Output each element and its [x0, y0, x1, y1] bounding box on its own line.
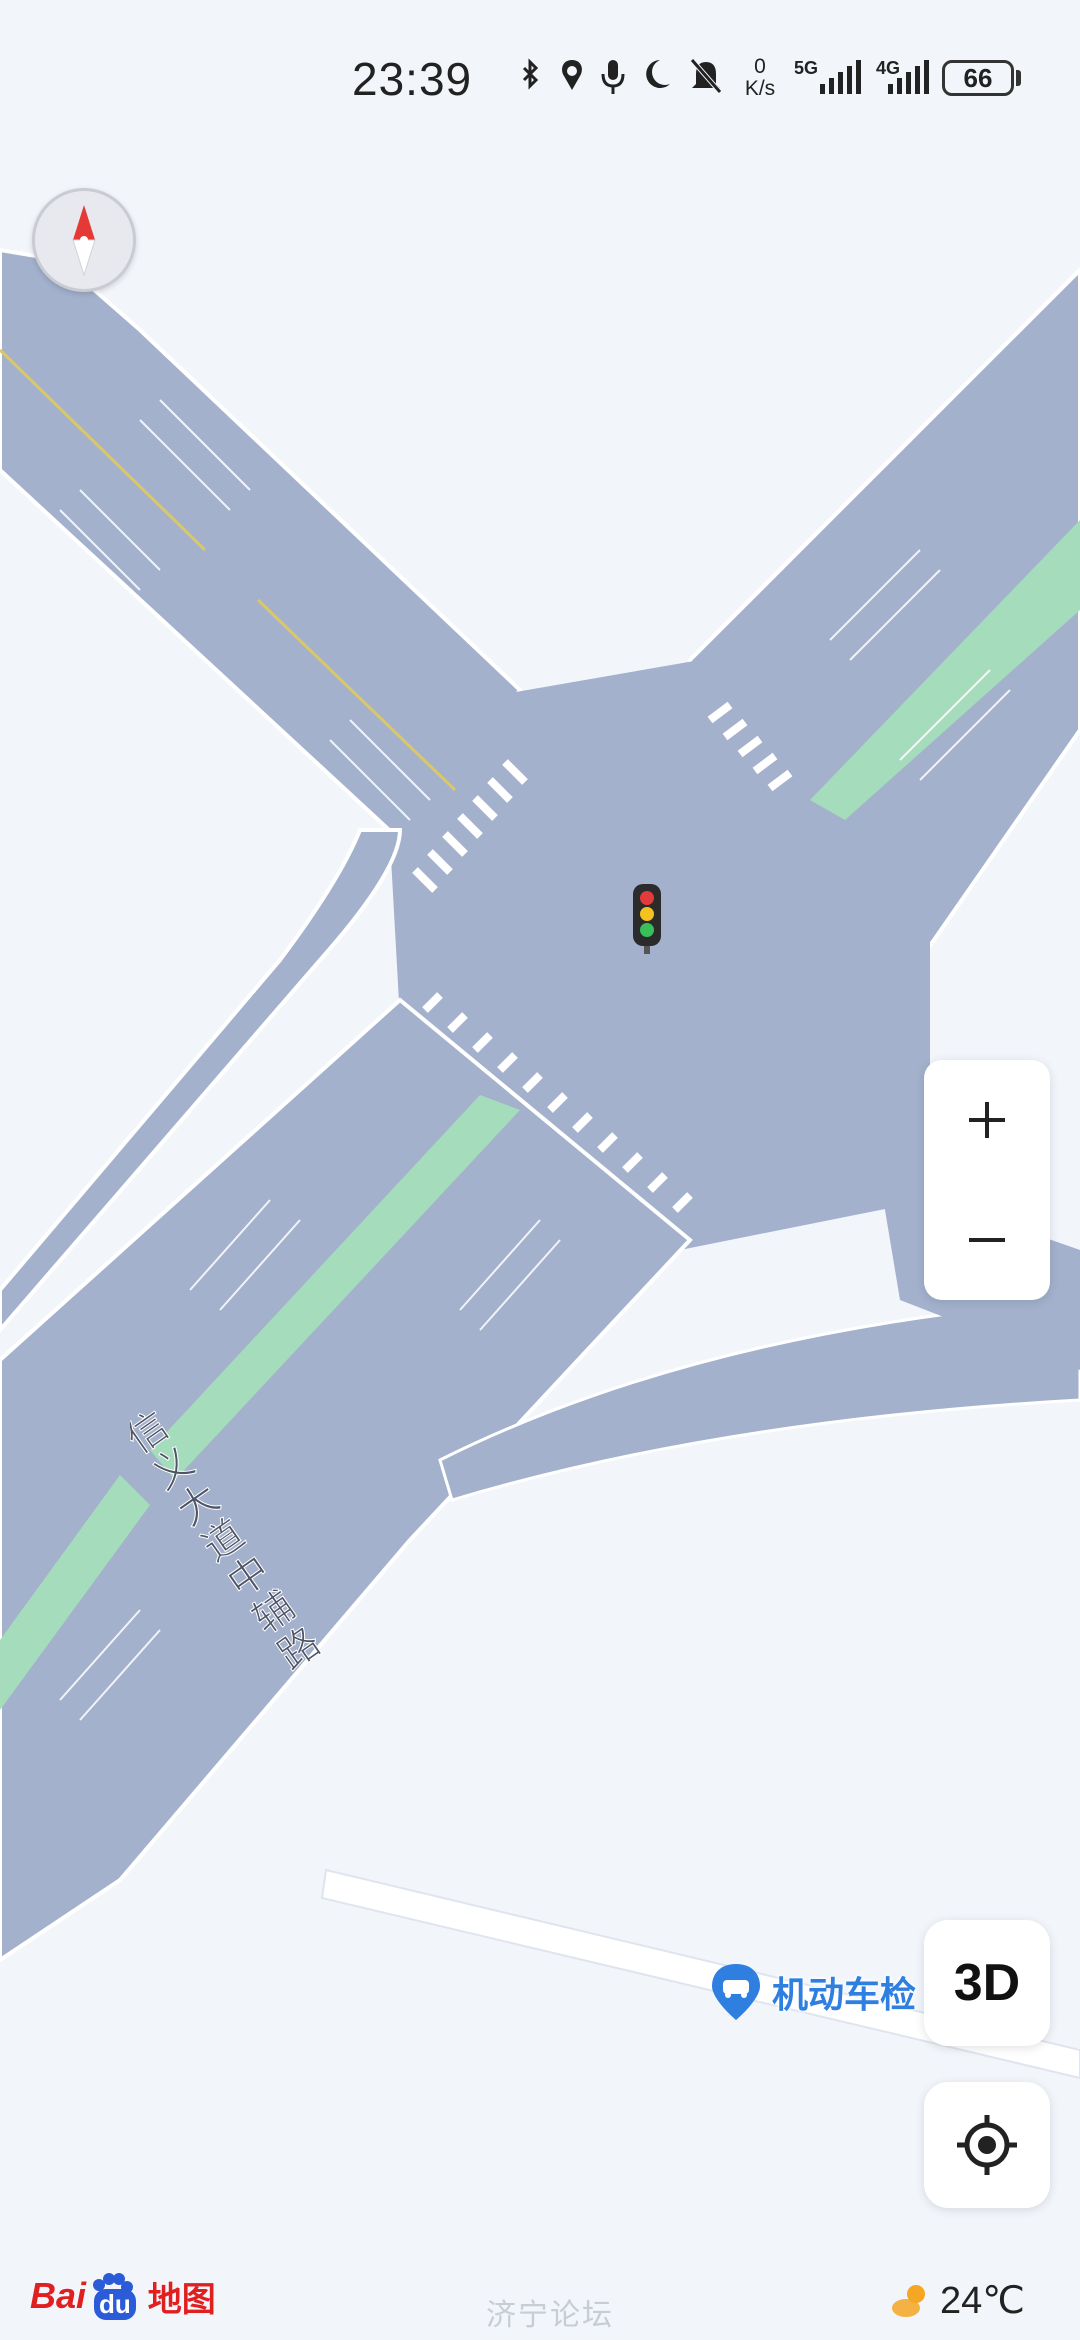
locate-button[interactable]: [924, 2082, 1050, 2208]
signal-5g-label: 5G: [794, 58, 819, 78]
bell-off-icon: [690, 58, 722, 94]
logo-text-du: du: [94, 2288, 136, 2320]
poi-vehicle-inspection[interactable]: 机动车检: [708, 1962, 916, 2022]
moon-icon: [646, 60, 670, 88]
plus-icon: [969, 1102, 1005, 1138]
traffic-light-icon[interactable]: [633, 884, 661, 954]
microphone-icon: [601, 60, 625, 94]
bluetooth-icon: [522, 58, 539, 90]
signal-4g-icon: [888, 60, 929, 94]
compass-icon: [72, 205, 96, 277]
signal-5g-icon: [820, 60, 861, 94]
watermark: 济宁论坛: [486, 2299, 614, 2332]
minus-icon: [969, 1238, 1005, 1242]
zoom-out-button[interactable]: [924, 1180, 1050, 1300]
road-label: 信义大道中辅路: [118, 1380, 330, 1720]
zoom-controls: [924, 1060, 1050, 1300]
battery-tip: [1016, 70, 1021, 86]
battery-indicator: 66: [942, 60, 1014, 96]
clock: 23:39: [352, 53, 473, 105]
3d-mode-button[interactable]: 3D: [924, 1920, 1050, 2046]
weather-widget[interactable]: 24℃: [890, 2272, 1025, 2328]
zoom-in-button[interactable]: [924, 1060, 1050, 1180]
car-pin-icon: [712, 1964, 760, 2020]
compass-button[interactable]: [32, 188, 136, 292]
location-icon: [562, 60, 582, 90]
temperature: 24℃: [940, 2279, 1025, 2322]
logo-text-bai: Bai: [30, 2275, 87, 2316]
status-bar: 23:39 0 K/s 5G 4G 66: [0, 0, 1080, 150]
baidu-map-logo: Bai du 地图: [30, 2268, 216, 2324]
locate-icon: [957, 2115, 1017, 2175]
road-label-text: 信义大道中辅路: [130, 1403, 329, 1680]
map-canvas[interactable]: [0, 0, 1080, 2340]
net-speed: 0 K/s: [744, 55, 776, 100]
poi-label: 机动车检: [772, 1974, 917, 2015]
partly-cloudy-icon: [892, 2285, 925, 2317]
logo-text-map: 地图: [147, 2280, 216, 2319]
